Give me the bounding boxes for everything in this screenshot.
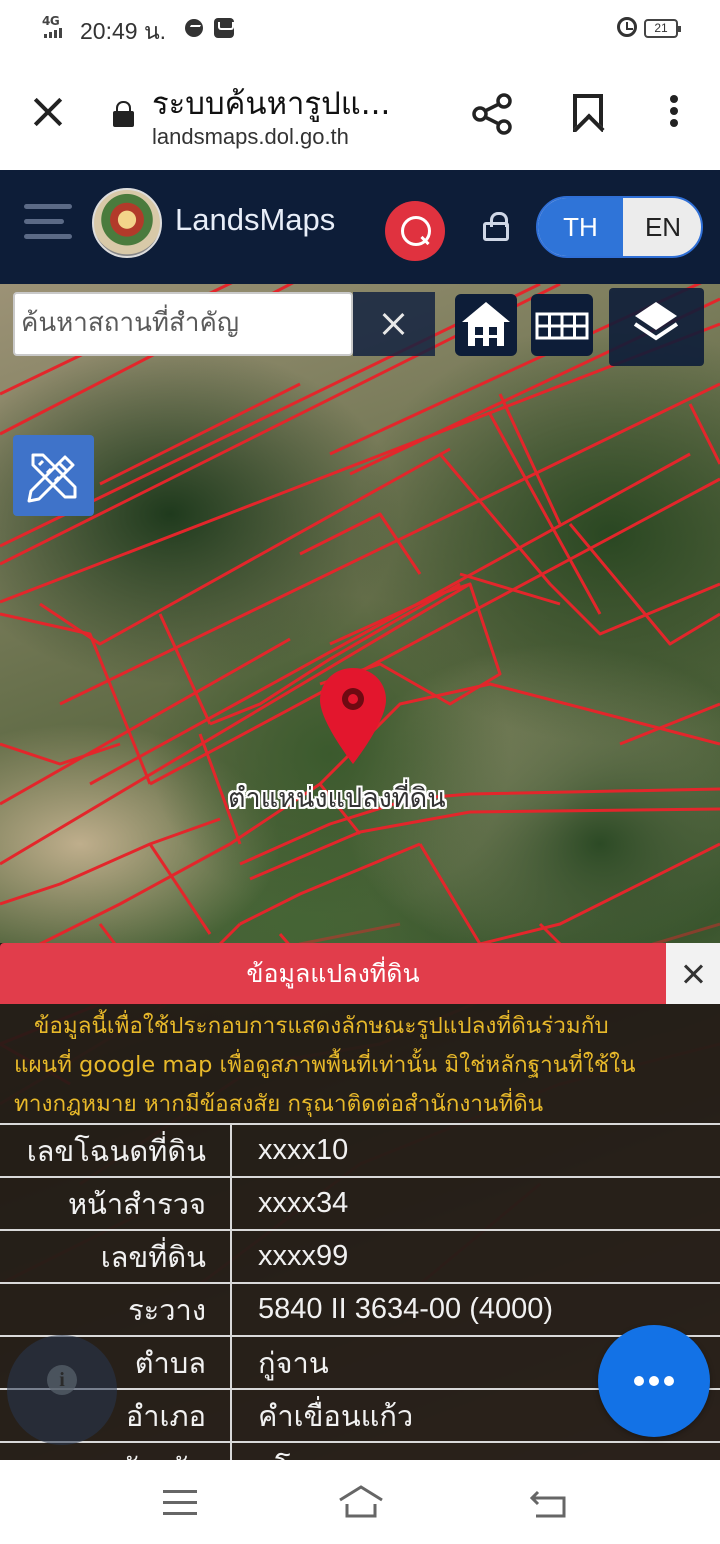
disclaimer-line-1: ข้อมูลนี้เพื่อใช้ประกอบการแสดงลักษณะรูปแ… (34, 1013, 609, 1039)
home-icon (462, 302, 510, 346)
network-type: 4G (42, 14, 60, 28)
hamburger-icon[interactable] (24, 204, 72, 242)
system-nav-bar (0, 1460, 720, 1544)
status-bar: 4G 20:49 น. 21 (0, 0, 720, 58)
map-pin-icon[interactable] (318, 666, 388, 766)
messenger-icon (185, 19, 203, 37)
nav-back-icon[interactable] (530, 1488, 568, 1518)
row-label: เลขที่ดิน (0, 1230, 232, 1283)
pin-label: ตำแหน่งแปลงที่ดิน (228, 783, 446, 814)
login-lock-icon[interactable] (483, 212, 509, 241)
page-title[interactable]: ระบบค้นหารูปแ... (152, 78, 390, 128)
row-value: xxxx34 (258, 1187, 349, 1219)
search-icon[interactable] (385, 201, 445, 261)
parcel-info-table: เลขโฉนดที่ดิน xxxx10 หน้าสำรวจ xxxx34 เล… (0, 1123, 720, 1495)
row-label: หน้าสำรวจ (0, 1177, 232, 1230)
mail-notification-icon (214, 18, 234, 38)
status-time: 20:49 น. (80, 18, 167, 44)
lock-icon[interactable] (113, 101, 134, 127)
home-button[interactable] (455, 294, 517, 356)
place-search-box[interactable] (13, 292, 353, 356)
panel-close-icon[interactable] (666, 943, 720, 1004)
lang-en-button[interactable]: EN (623, 198, 701, 256)
signal-icon (44, 28, 62, 38)
row-label: เลขโฉนดที่ดิน (0, 1124, 232, 1177)
browser-toolbar: ระบบค้นหารูปแ... landsmaps.dol.go.th (0, 58, 720, 170)
clear-search-icon[interactable] (353, 292, 435, 356)
table-row: ระวาง 5840 II 3634-00 (4000) (0, 1283, 720, 1336)
row-label: ระวาง (0, 1283, 232, 1336)
battery-icon: 21 (644, 19, 681, 38)
row-value: xxxx99 (258, 1240, 349, 1272)
draw-tools-icon (27, 453, 77, 503)
table-row: เลขโฉนดที่ดิน xxxx10 (0, 1124, 720, 1177)
page-url[interactable]: landsmaps.dol.go.th (152, 124, 349, 150)
disclaimer-note: ข้อมูลนี้เพื่อใช้ประกอบการแสดงลักษณะรูปแ… (14, 1007, 706, 1124)
nav-menu-icon[interactable] (163, 1490, 197, 1516)
close-icon[interactable] (30, 94, 66, 130)
bookmark-icon[interactable] (573, 94, 603, 132)
dol-logo[interactable] (92, 188, 162, 258)
table-row: เลขที่ดิน xxxx99 (0, 1230, 720, 1283)
language-toggle[interactable]: TH EN (536, 196, 703, 258)
layers-button[interactable] (609, 288, 704, 366)
table-row: หน้าสำรวจ xxxx34 (0, 1177, 720, 1230)
disclaimer-line-2: แผนที่ google map เพื่อดูสภาพพื้นที่เท่า… (14, 1052, 636, 1078)
info-icon[interactable] (7, 1335, 117, 1445)
brand-name[interactable]: LandsMaps (175, 202, 335, 238)
more-vert-icon[interactable] (668, 95, 680, 133)
nav-home-icon[interactable] (338, 1484, 384, 1520)
disclaimer-line-3: ทางกฎหมาย หากมีข้อสงสัย กรุณาติดต่อสำนัก… (14, 1091, 544, 1117)
more-horiz-icon[interactable] (598, 1325, 710, 1437)
place-search-input[interactable] (15, 294, 335, 352)
alarm-icon (617, 17, 637, 37)
row-value: xxxx10 (258, 1134, 349, 1166)
app-header: LandsMaps TH EN (0, 170, 720, 284)
lang-th-button[interactable]: TH (538, 198, 623, 256)
layers-icon (633, 302, 679, 341)
grid-icon (535, 312, 589, 340)
grid-button[interactable] (531, 294, 593, 356)
share-icon[interactable] (470, 92, 514, 136)
draw-tools-button[interactable] (13, 435, 94, 516)
panel-title: ข้อมูลแปลงที่ดิน (0, 943, 666, 1004)
